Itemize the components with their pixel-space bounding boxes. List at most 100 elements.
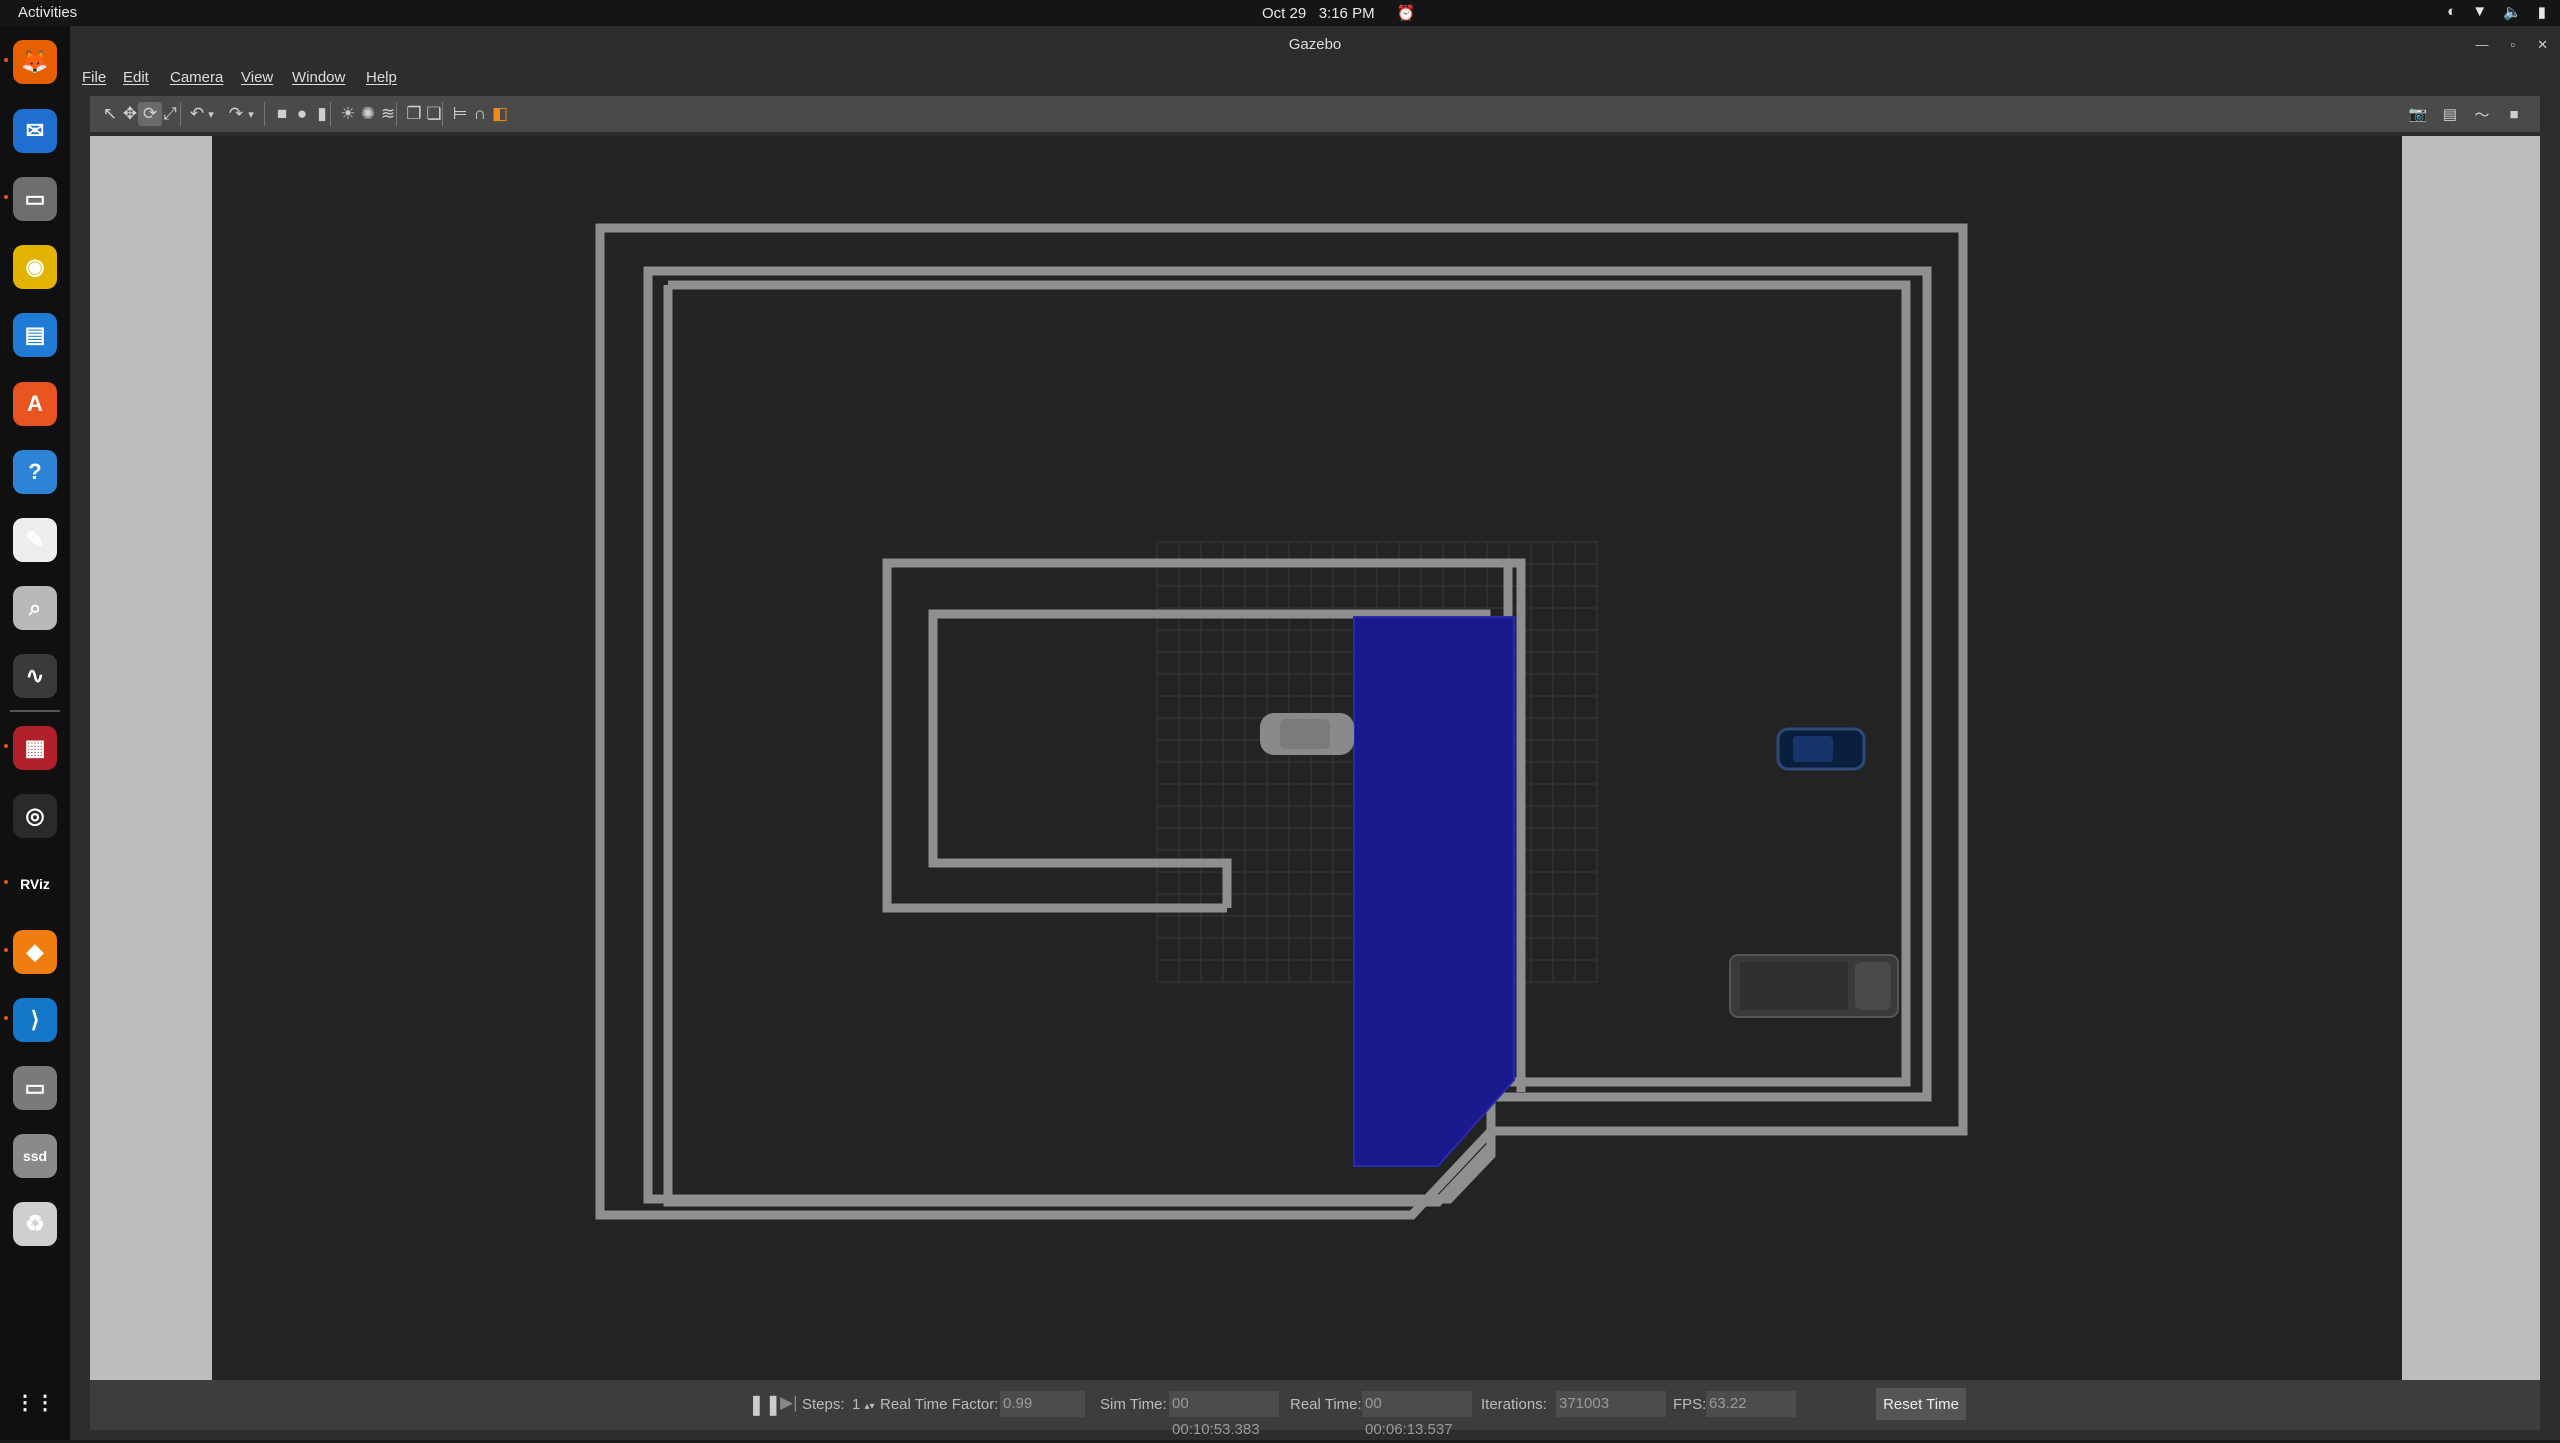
scale-mode-icon[interactable]: ⤢ bbox=[158, 102, 182, 126]
system-tray[interactable]: ◐ ▼ 🔈 ▮ bbox=[2447, 3, 2546, 21]
blue-car-model[interactable] bbox=[1776, 727, 1866, 771]
steps-value: 1 bbox=[852, 1396, 861, 1413]
log-icon[interactable]: ▤ bbox=[2438, 102, 2462, 126]
menu-file[interactable]: File bbox=[82, 69, 106, 86]
system-monitor-icon[interactable]: ∿ bbox=[13, 654, 57, 698]
thunderbird-glyph: ✉ bbox=[25, 118, 45, 143]
redo-history-icon[interactable]: ▾ bbox=[244, 102, 258, 126]
firefox-glyph: 🦊 bbox=[21, 49, 49, 74]
system-monitor-glyph: ∿ bbox=[25, 663, 45, 688]
activities-button[interactable]: Activities bbox=[18, 4, 77, 21]
trash-glyph: ♻ bbox=[25, 1211, 45, 1236]
maximize-icon[interactable]: ▫ bbox=[2510, 26, 2515, 64]
running-indicator bbox=[4, 880, 8, 884]
running-indicator bbox=[4, 948, 8, 952]
image-viewer-glyph: ⌕ bbox=[28, 595, 42, 620]
3d-viewport[interactable] bbox=[90, 136, 2540, 1380]
ssd-icon[interactable]: ssd bbox=[13, 1134, 57, 1178]
running-indicator bbox=[4, 195, 8, 199]
white-car-model[interactable] bbox=[1260, 713, 1354, 755]
fps-value: 63.22 bbox=[1706, 1391, 1796, 1417]
date-label: Oct 29 bbox=[1262, 5, 1307, 22]
files-glyph: ▭ bbox=[24, 186, 46, 211]
drive-icon[interactable]: ▭ bbox=[13, 1066, 57, 1110]
undo-history-icon[interactable]: ▾ bbox=[204, 102, 218, 126]
help-icon[interactable]: ? bbox=[13, 450, 57, 494]
steps-spinner-arrows-icon[interactable]: ▴▾ bbox=[865, 1401, 875, 1412]
plot-icon[interactable]: 〜 bbox=[2470, 102, 2494, 126]
app-center-icon[interactable]: A bbox=[13, 382, 57, 426]
thunderbird-icon[interactable]: ✉ bbox=[13, 109, 57, 153]
wifi-icon[interactable]: ▼ bbox=[2472, 3, 2487, 21]
window-title: Gazebo bbox=[1288, 36, 1342, 53]
files-icon[interactable]: ▭ bbox=[4, 177, 57, 221]
sim-time-label: Sim Time: bbox=[1100, 1396, 1167, 1413]
gazebo-icon[interactable]: ◆ bbox=[4, 930, 57, 974]
dock-separator bbox=[10, 710, 60, 712]
image-viewer-icon[interactable]: ⌕ bbox=[13, 586, 57, 630]
ssd-glyph: ssd bbox=[22, 1148, 48, 1164]
toolbar: ↖ ✥ ⟳ ⤢ ↶ ▾ ↷ ▾ ■ ● ▮ ☀ ✺ ≋ ❐ ❏ ⊨ ∩ ◧ 📷 ▤ 〜 ■ bbox=[90, 96, 2540, 132]
menu-window[interactable]: Window bbox=[292, 69, 345, 86]
sim-time-value: 00 00:10:53.383 bbox=[1169, 1391, 1279, 1438]
van-model[interactable] bbox=[1729, 954, 1899, 1018]
clock[interactable]: Oct 29 3:16 PM ⏰ bbox=[1262, 4, 1415, 22]
help-glyph: ? bbox=[28, 459, 42, 484]
rhythmbox-icon[interactable]: ◉ bbox=[13, 245, 57, 289]
scene-canvas[interactable] bbox=[90, 136, 2540, 1380]
text-editor-icon[interactable]: ✎ bbox=[13, 518, 57, 562]
rviz-glyph: RViz bbox=[20, 876, 50, 892]
volume-icon[interactable]: 🔈 bbox=[2503, 3, 2522, 21]
window-titlebar[interactable]: Gazebo — ▫ ✕ bbox=[70, 26, 2560, 64]
menu-help[interactable]: Help bbox=[366, 69, 397, 86]
real-time-label: Real Time: bbox=[1290, 1396, 1362, 1413]
rhythmbox-glyph: ◉ bbox=[25, 254, 45, 279]
toolbar-separator bbox=[180, 102, 181, 126]
toolbar-separator bbox=[330, 102, 331, 126]
rtf-value: 0.99 bbox=[1000, 1391, 1085, 1417]
water-pool bbox=[1354, 617, 1514, 1166]
drive-glyph: ▭ bbox=[24, 1075, 46, 1100]
close-icon[interactable]: ✕ bbox=[2537, 26, 2548, 64]
vscode-glyph: ⟩ bbox=[30, 1007, 40, 1032]
sim-status-bar: ❚❚ ▶| Steps: 1 ▴▾ Real Time Factor: 0.99… bbox=[90, 1380, 2540, 1438]
video-record-icon[interactable]: ■ bbox=[2502, 102, 2526, 126]
menu-view[interactable]: View bbox=[241, 69, 273, 86]
alarm-icon: ⏰ bbox=[1396, 5, 1416, 22]
vscode-icon[interactable]: ⟩ bbox=[4, 998, 57, 1042]
real-time-value: 00 00:06:13.537 bbox=[1362, 1391, 1472, 1438]
view-angle-icon[interactable]: ◧ bbox=[488, 102, 512, 126]
menu-camera[interactable]: Camera bbox=[170, 69, 223, 86]
system-top-bar: Activities Oct 29 3:16 PM ⏰ ◐ ▼ 🔈 ▮ bbox=[0, 0, 2560, 26]
step-icon[interactable]: ▶| bbox=[780, 1393, 798, 1413]
running-indicator bbox=[4, 1016, 8, 1020]
steps-spinner[interactable]: 1 ▴▾ bbox=[852, 1396, 875, 1413]
rviz-icon[interactable]: RViz bbox=[4, 862, 57, 906]
battery-icon[interactable]: ▮ bbox=[2538, 3, 2546, 21]
iterations-value: 371003 bbox=[1556, 1391, 1666, 1417]
writer-glyph: ▤ bbox=[24, 322, 46, 347]
pause-icon[interactable]: ❚❚ bbox=[748, 1392, 782, 1417]
firefox-icon[interactable]: 🦊 bbox=[4, 40, 57, 84]
trash-icon[interactable]: ♻ bbox=[13, 1202, 57, 1246]
text-editor-glyph: ✎ bbox=[25, 527, 45, 552]
minimize-icon[interactable]: — bbox=[2475, 26, 2488, 64]
screenshot-icon[interactable]: 📷 bbox=[2406, 102, 2430, 126]
terminal-red-icon[interactable]: ▦ bbox=[4, 726, 57, 770]
accessibility-icon[interactable]: ◐ bbox=[2447, 3, 2456, 21]
obs-icon[interactable]: ◎ bbox=[13, 794, 57, 838]
reset-time-button[interactable]: Reset Time bbox=[1876, 1388, 1966, 1420]
running-indicator bbox=[4, 58, 8, 62]
rtf-label: Real Time Factor: bbox=[880, 1396, 999, 1413]
gazebo-glyph: ◆ bbox=[26, 939, 44, 964]
fps-label: FPS: bbox=[1673, 1396, 1707, 1413]
obs-glyph: ◎ bbox=[25, 803, 45, 828]
dock: 🦊 ✉ ▭ ◉ ▤ A? ✎ ⌕ ∿ ▦ ◎ RViz ◆ ⟩ ▭ ssd ♻ ⋮⋮ bbox=[0, 26, 70, 1440]
show-apps-icon[interactable]: ⋮⋮ bbox=[13, 1380, 57, 1424]
running-indicator bbox=[4, 744, 8, 748]
writer-icon[interactable]: ▤ bbox=[13, 313, 57, 357]
toolbar-separator bbox=[264, 102, 265, 126]
menu-edit[interactable]: Edit bbox=[123, 69, 149, 86]
world-floor bbox=[212, 136, 2402, 1380]
toolbar-separator bbox=[442, 102, 443, 126]
